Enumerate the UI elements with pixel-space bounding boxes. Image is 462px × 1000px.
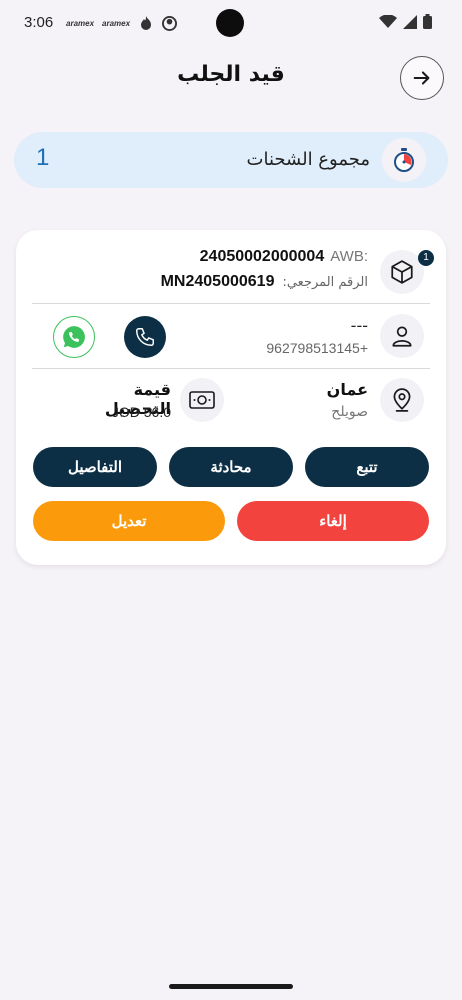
back-button[interactable] xyxy=(400,56,444,100)
shipment-count-badge: 1 xyxy=(418,250,434,266)
district: صويلح xyxy=(331,404,368,420)
awb-label: AWB: xyxy=(330,248,368,265)
awb-value: 24050002000004 xyxy=(199,248,325,265)
edit-button[interactable]: تعديل xyxy=(33,501,225,541)
whatsapp-icon xyxy=(63,326,85,348)
arrow-right-icon xyxy=(413,71,430,85)
aramex-icon: aramex xyxy=(102,18,131,28)
page-title: قيد الجلب xyxy=(177,62,285,87)
camera-cutout xyxy=(216,9,244,37)
divider xyxy=(32,368,430,369)
person-icon xyxy=(380,314,424,358)
status-bar: 3:06 aramex aramex xyxy=(0,0,462,46)
chat-button[interactable]: محادثة xyxy=(169,447,293,487)
status-time: 3:06 xyxy=(24,14,54,31)
battery-icon xyxy=(423,14,432,29)
customer-phone: 962798513145+ xyxy=(266,340,368,356)
reference-label: الرقم المرجعي: xyxy=(282,275,368,290)
whatsapp-button[interactable] xyxy=(53,316,95,358)
cancel-button[interactable]: إلغاء xyxy=(237,501,429,541)
awb-row: 24050002000004 AWB: xyxy=(200,248,368,266)
gesture-navigation-bar[interactable] xyxy=(169,984,293,989)
reference-row: MN2405000619 الرقم المرجعي: xyxy=(161,273,368,291)
phone-icon xyxy=(136,328,154,346)
location-pin-icon xyxy=(380,378,424,422)
shipment-card[interactable]: 1 24050002000004 AWB: MN2405000619 الرقم… xyxy=(16,230,446,565)
divider xyxy=(32,303,430,304)
aramex-icon: aramex xyxy=(66,18,95,28)
system-icons xyxy=(379,14,432,29)
header: قيد الجلب xyxy=(0,56,462,100)
details-button[interactable]: التفاصيل xyxy=(33,447,157,487)
track-button[interactable]: تتبع xyxy=(305,447,429,487)
notification-icons: aramex aramex xyxy=(66,15,178,31)
cod-value: JOD 56.0 xyxy=(111,404,171,420)
shipments-summary: 1 مجموع الشحنات xyxy=(14,132,448,188)
customer-name: --- xyxy=(350,316,368,335)
reference-value: MN2405000619 xyxy=(160,273,275,290)
signal-icon xyxy=(403,14,417,29)
call-button[interactable] xyxy=(124,316,166,358)
flame-app-icon xyxy=(141,16,152,30)
city: عمان xyxy=(326,380,368,399)
smiley-app-icon xyxy=(162,15,178,31)
shipments-count: 1 xyxy=(36,144,50,171)
shipments-summary-label: مجموع الشحنات xyxy=(246,149,370,170)
wifi-icon xyxy=(379,14,397,28)
stopwatch-icon xyxy=(382,138,426,182)
cash-icon xyxy=(180,378,224,422)
